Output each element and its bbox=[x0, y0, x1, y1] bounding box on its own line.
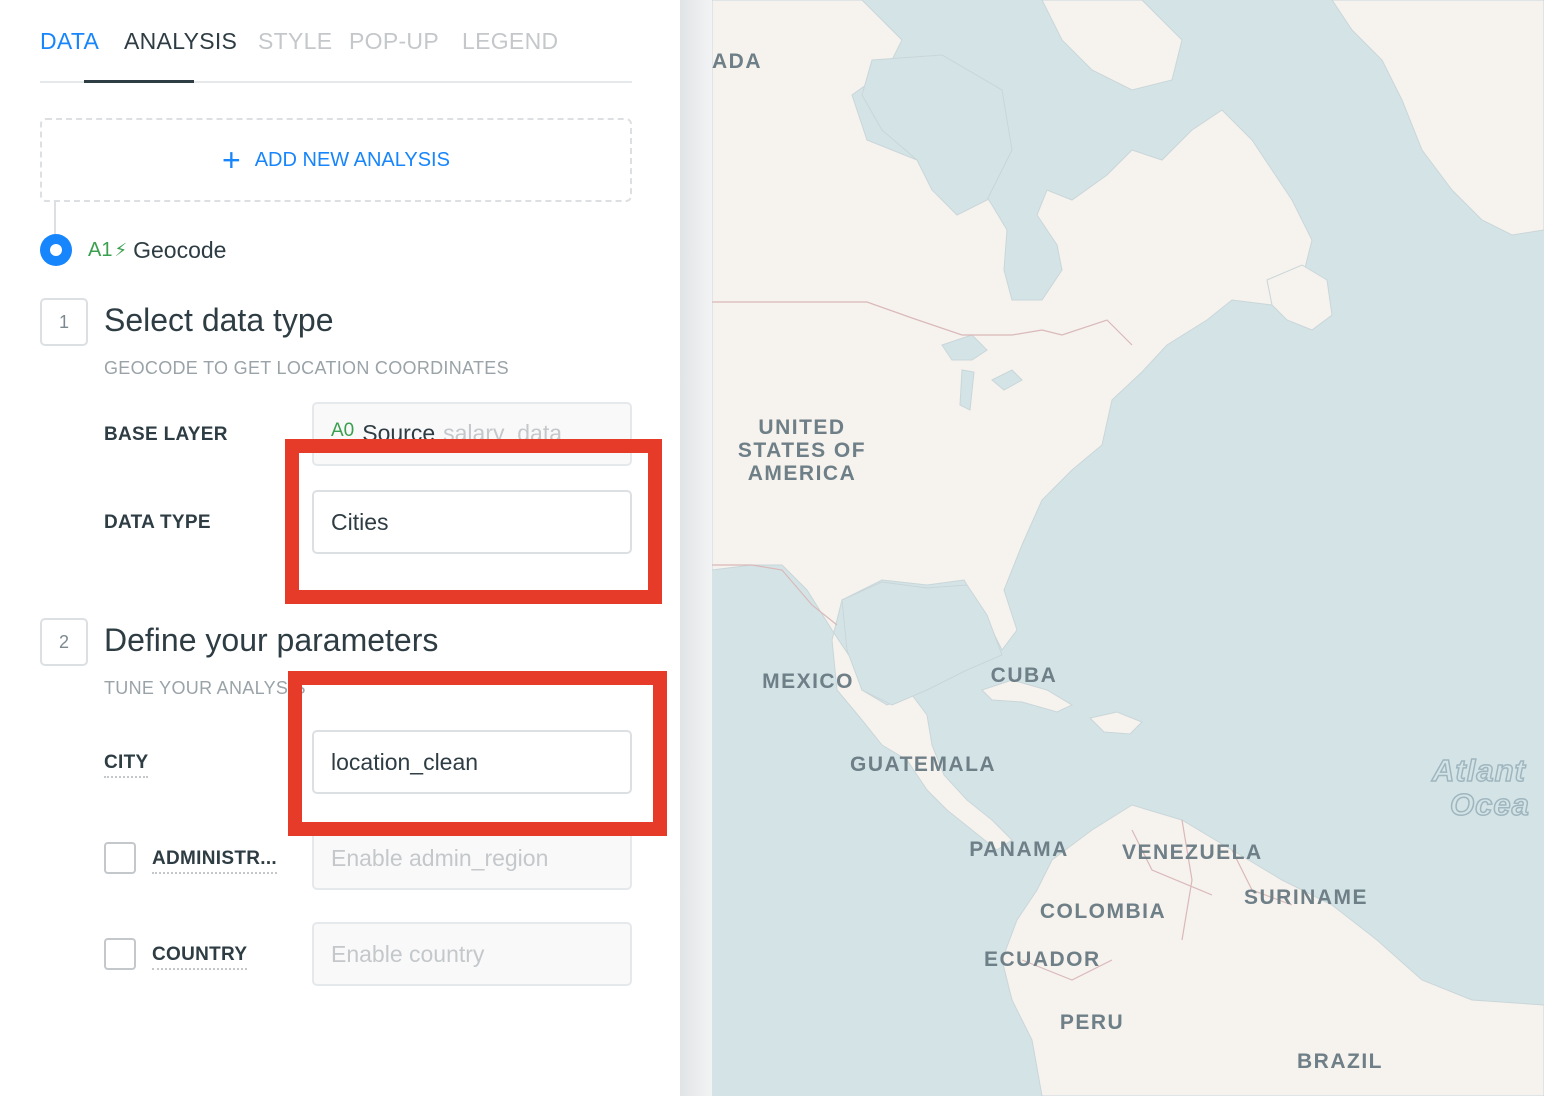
map-label-atlantic-ocean-line1: Atlant bbox=[1431, 753, 1526, 789]
tab-data[interactable]: DATA bbox=[40, 28, 99, 55]
country-checkbox[interactable] bbox=[104, 938, 136, 970]
country-placeholder: Enable country bbox=[331, 940, 485, 967]
tab-legend[interactable]: LEGEND bbox=[462, 28, 558, 55]
greenland-land bbox=[1331, 0, 1544, 236]
map-label-usa: UNITED STATES OF AMERICA bbox=[737, 416, 867, 485]
map-label-panama: PANAMA bbox=[969, 838, 1069, 861]
country-label: COUNTRY bbox=[152, 944, 248, 970]
map-label-canada: ADA bbox=[712, 50, 762, 73]
lightning-icon: ⚡ bbox=[114, 239, 128, 260]
tab-style[interactable]: STYLE bbox=[258, 28, 332, 55]
step-2-subtitle: TUNE YOUR ANALYSIS bbox=[104, 678, 306, 698]
map-label-colombia: COLOMBIA bbox=[1039, 900, 1167, 923]
node-id: A1 bbox=[88, 238, 113, 261]
step-2-title: Define your parameters bbox=[104, 622, 439, 658]
admin-region-checkbox[interactable] bbox=[104, 842, 136, 874]
step-1-number: 1 bbox=[40, 298, 88, 346]
map-label-venezuela: VENEZUELA bbox=[1122, 841, 1263, 864]
map-label-suriname: SURINAME bbox=[1244, 886, 1369, 909]
node-dot-icon bbox=[40, 234, 72, 266]
analysis-connector-line bbox=[54, 202, 56, 238]
baffin-island-land bbox=[1041, 0, 1183, 91]
highlight-box-data-type bbox=[285, 439, 662, 604]
add-analysis-label: ADD NEW ANALYSIS bbox=[254, 148, 450, 171]
active-tab-indicator bbox=[84, 80, 194, 83]
tab-analysis[interactable]: ANALYSIS bbox=[124, 28, 237, 55]
hispaniola-land bbox=[1089, 711, 1143, 735]
step-1-subtitle: GEOCODE TO GET LOCATION COORDINATES bbox=[104, 358, 509, 378]
analysis-node[interactable]: A1 ⚡ Geocode bbox=[40, 234, 226, 266]
map-label-cuba: CUBA bbox=[990, 664, 1058, 687]
admin-region-placeholder: Enable admin_region bbox=[331, 844, 549, 871]
plus-icon: + bbox=[222, 142, 241, 178]
highlight-box-city bbox=[288, 671, 667, 836]
map-label-ecuador: ECUADOR bbox=[984, 948, 1101, 971]
country-select: Enable country bbox=[312, 922, 632, 986]
analysis-panel: DATA ANALYSIS STYLE POP-UP LEGEND + ADD … bbox=[0, 0, 680, 1096]
step-2-number: 2 bbox=[40, 618, 88, 666]
base-layer-label: BASE LAYER bbox=[104, 424, 228, 445]
tab-bar: DATA ANALYSIS STYLE POP-UP LEGEND bbox=[40, 0, 632, 83]
tab-popup[interactable]: POP-UP bbox=[349, 28, 439, 55]
step-1-title: Select data type bbox=[104, 302, 334, 338]
map-label-mexico: MEXICO bbox=[762, 670, 854, 693]
data-type-label: DATA TYPE bbox=[104, 512, 211, 533]
city-label: CITY bbox=[104, 752, 149, 778]
basemap bbox=[712, 0, 1544, 1096]
map-label-guatemala: GUATEMALA bbox=[850, 753, 997, 776]
node-title: Geocode bbox=[133, 236, 227, 263]
map-canvas[interactable]: ADA UNITED STATES OF AMERICA MEXICO CUBA… bbox=[712, 0, 1544, 1096]
add-new-analysis-button[interactable]: + ADD NEW ANALYSIS bbox=[40, 118, 632, 202]
panel-divider bbox=[680, 0, 712, 1096]
map-label-atlantic-ocean-line2: Ocea bbox=[1449, 787, 1530, 823]
map-label-peru: PERU bbox=[1059, 1011, 1125, 1034]
admin-region-label: ADMINISTR... bbox=[152, 848, 277, 874]
map-label-brazil: BRAZIL bbox=[1297, 1050, 1383, 1073]
